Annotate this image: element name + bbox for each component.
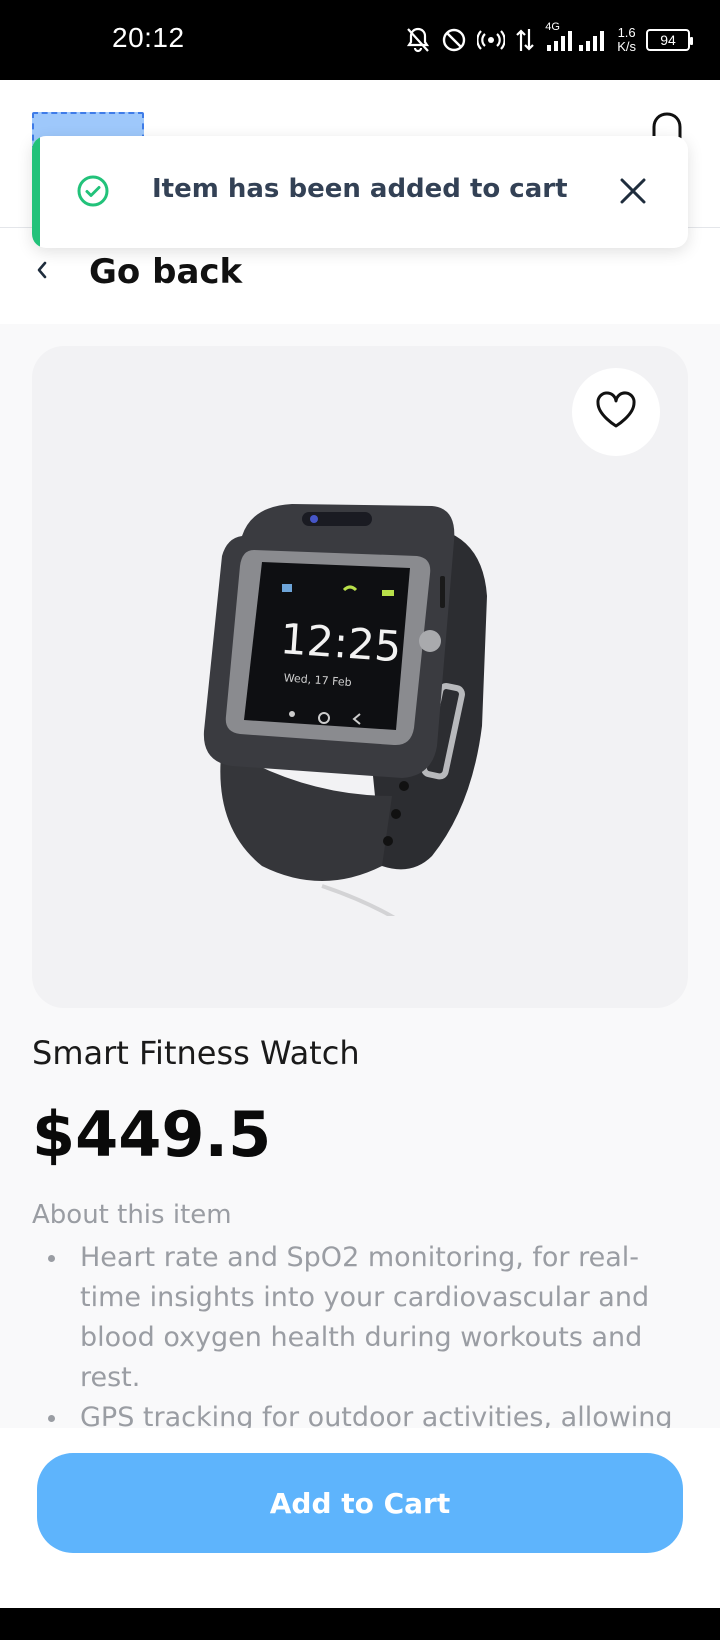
battery-icon: 94 — [646, 29, 693, 51]
heart-icon[interactable] — [594, 390, 638, 434]
add-to-cart-button[interactable]: Add to Cart — [37, 1453, 683, 1553]
bottom-action-bar: Add to Cart — [0, 1428, 720, 1608]
bell-off-icon — [405, 26, 431, 54]
status-bar: 20:12 4G 1.6 K/s 94 — [0, 0, 720, 80]
product-image: 12:25 Wed, 17 Feb — [203, 504, 487, 916]
network-type: 4G — [545, 21, 560, 33]
status-time: 20:12 — [112, 22, 185, 53]
signal-icon: 4G — [545, 21, 607, 53]
watch-screen-time: 12:25 — [279, 614, 403, 671]
toast-accent-bar — [32, 136, 40, 248]
battery-level: 94 — [660, 32, 676, 48]
back-label[interactable]: Go back — [89, 252, 242, 292]
status-icons: 4G 1.6 K/s 94 — [405, 20, 693, 60]
feature-item: Heart rate and SpO2 monitoring, for real… — [32, 1238, 688, 1398]
product-image-card: 12:25 Wed, 17 Feb — [32, 346, 688, 1008]
close-icon[interactable] — [618, 176, 648, 210]
dnd-icon — [441, 27, 467, 53]
favorite-button[interactable] — [572, 368, 660, 456]
toast-message: Item has been added to cart — [152, 174, 568, 204]
chevron-left-icon[interactable] — [34, 258, 50, 286]
app-screen: Go back Item has been added to cart 12:2… — [0, 80, 720, 1608]
product-name: Smart Fitness Watch — [32, 1034, 360, 1072]
speed-value: 1.6 — [617, 25, 636, 40]
data-transfer-icon — [515, 27, 535, 53]
network-speed: 1.6 K/s — [617, 26, 636, 54]
check-circle-icon — [76, 174, 110, 212]
product-price: $449.5 — [32, 1098, 272, 1171]
toast-notification: Item has been added to cart — [32, 136, 688, 248]
hotspot-icon — [477, 28, 506, 52]
about-title: About this item — [32, 1200, 232, 1230]
system-nav-bar — [0, 1608, 720, 1640]
speed-unit: K/s — [617, 39, 636, 54]
